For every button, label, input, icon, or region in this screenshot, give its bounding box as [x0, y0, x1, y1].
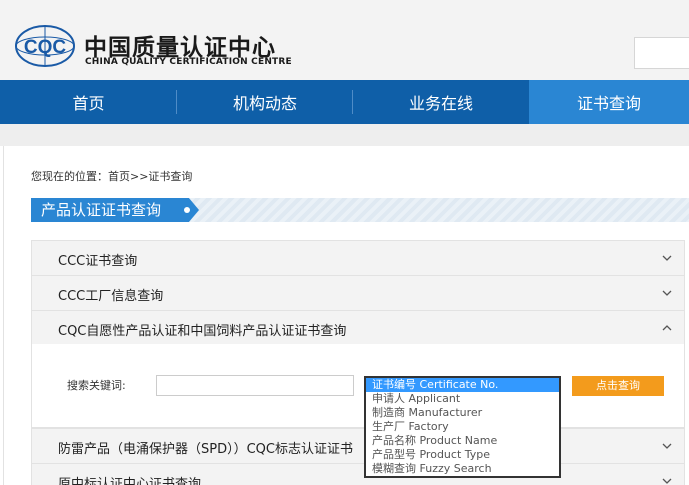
main-nav: 首页 机构动态 业务在线 证书查询: [0, 80, 689, 124]
accordion-label: 防雷产品（电涌保护器（SPD））CQC标志认证证书: [58, 442, 353, 457]
chevron-down-icon: [662, 443, 672, 449]
nav-item-business[interactable]: 业务在线: [353, 80, 529, 124]
nav-item-news[interactable]: 机构动态: [177, 80, 353, 124]
option-product-type[interactable]: 产品型号 Product Type: [366, 448, 559, 462]
accordion-label: CCC证书查询: [58, 254, 138, 269]
nav-item-label: 业务在线: [408, 94, 473, 113]
accordion-ccc-factory[interactable]: CCC工厂信息查询: [31, 275, 685, 310]
accordion-label: 原中标认证中心证书查询: [58, 477, 202, 485]
accordion-label: CQC自愿性产品认证和中国饲料产品认证证书查询: [58, 324, 347, 339]
chevron-down-icon: [662, 255, 672, 261]
header-search-box[interactable]: [634, 37, 689, 69]
option-factory[interactable]: 生产厂 Factory: [366, 420, 559, 434]
option-product-name[interactable]: 产品名称 Product Name: [366, 434, 559, 448]
accordion-spd-lightning[interactable]: 防雷产品（电涌保护器（SPD））CQC标志认证证书: [31, 428, 685, 463]
search-keyword-input[interactable]: [156, 375, 354, 396]
accordion-ccc-certificate[interactable]: CCC证书查询: [31, 240, 685, 275]
nav-item-label: 首页: [72, 94, 105, 113]
chevron-up-icon: [662, 325, 672, 331]
search-keyword-label: 搜索关键词:: [67, 379, 126, 392]
accordion-cqc-voluntary[interactable]: CQC自愿性产品认证和中国饲料产品认证证书查询: [31, 310, 685, 345]
site-header: CQC 中国质量认证中心 CHINA QUALITY CERTIFICATION…: [0, 0, 689, 80]
nav-item-label: 机构动态: [232, 94, 297, 113]
brand-name-en: CHINA QUALITY CERTIFICATION CENTRE: [85, 57, 292, 67]
chevron-down-icon: [662, 290, 672, 296]
logo-text: CQC: [24, 37, 67, 58]
option-certificate-no[interactable]: 证书编号 Certificate No.: [366, 378, 559, 392]
search-type-dropdown[interactable]: 证书编号 Certificate No. 申请人 Applicant 制造商 M…: [364, 376, 561, 478]
option-fuzzy-search[interactable]: 模糊查询 Fuzzy Search: [366, 462, 559, 476]
option-applicant[interactable]: 申请人 Applicant: [366, 392, 559, 406]
nav-item-label: 证书查询: [576, 94, 641, 113]
accordion-former-csc[interactable]: 原中标认证中心证书查询: [31, 463, 685, 485]
search-button[interactable]: 点击查询: [572, 376, 664, 396]
section-title: 产品认证证书查询: [31, 198, 199, 222]
nav-item-home[interactable]: 首页: [0, 80, 177, 124]
nav-item-certificate-query[interactable]: 证书查询: [529, 80, 689, 124]
breadcrumb: 您现在的位置：首页>>证书查询: [31, 170, 193, 183]
section-dot-icon: [184, 207, 190, 213]
chevron-down-icon: [662, 478, 672, 484]
header-gap: [0, 124, 689, 146]
cqc-logo-icon[interactable]: CQC: [14, 24, 76, 68]
option-manufacturer[interactable]: 制造商 Manufacturer: [366, 406, 559, 420]
accordion-label: CCC工厂信息查询: [58, 289, 164, 304]
